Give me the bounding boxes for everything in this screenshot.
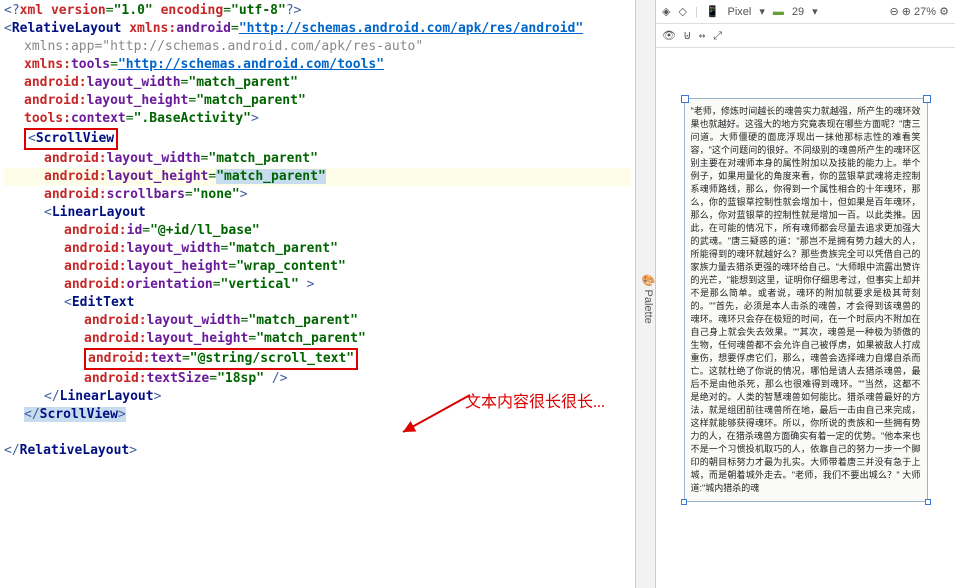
annotation-text: 文本内容很长很长... xyxy=(465,388,605,412)
edittext-open: <EditText xyxy=(4,294,631,312)
root-close: </RelativeLayout> xyxy=(4,442,631,460)
sv-lw: android:layout_width="match_parent" xyxy=(4,150,631,168)
xmlns-tools: xmlns:tools="http://schemas.android.com/… xyxy=(4,56,631,74)
device-select[interactable]: Pixel xyxy=(728,6,752,18)
sv-lh: android:layout_height="match_parent" xyxy=(4,168,631,186)
surface-icon[interactable]: ◇ xyxy=(678,5,686,18)
linearlayout-open: <LinearLayout xyxy=(4,204,631,222)
palette-label: Palette xyxy=(642,289,654,323)
device-icon[interactable]: 📱 xyxy=(706,5,720,18)
et-lw: android:layout_width="match_parent" xyxy=(4,312,631,330)
eye-icon[interactable]: 👁 xyxy=(662,29,676,42)
settings-icon[interactable]: ⚙ xyxy=(939,6,949,18)
xml-declaration: <?xml version="1.0" encoding="utf-8"?> xyxy=(4,2,631,20)
api-icon[interactable]: ▬ xyxy=(773,6,784,18)
root-lh: android:layout_height="match_parent" xyxy=(4,92,631,110)
palette-tab[interactable]: 🎨 Palette xyxy=(636,0,656,588)
xml-editor[interactable]: <?xml version="1.0" encoding="utf-8"?> <… xyxy=(0,0,635,588)
annotation-arrow xyxy=(395,390,475,440)
sv-scrollbars: android:scrollbars="none"> xyxy=(4,186,631,204)
preview-toolbar-1: ◈ ◇ | 📱 Pixel ▾ ▬ 29 ▾ ⊖ ⊕ 27% ⚙ xyxy=(656,0,955,24)
api-select[interactable]: 29 xyxy=(792,6,804,18)
et-lh: android:layout_height="match_parent" xyxy=(4,330,631,348)
scrollview-open: <ScrollView xyxy=(4,128,631,150)
preview-pane: ◈ ◇ | 📱 Pixel ▾ ▬ 29 ▾ ⊖ ⊕ 27% ⚙ 👁 ⊎ ↔ xyxy=(656,0,955,588)
xmlns-app: xmlns:app="http://schemas.android.com/ap… xyxy=(4,38,631,56)
expand-icon[interactable]: ⤢ xyxy=(713,29,722,43)
root-open: <RelativeLayout xmlns:android="http://sc… xyxy=(4,20,631,38)
ll-lw: android:layout_width="match_parent" xyxy=(4,240,631,258)
tools-context: tools:context=".BaseActivity"> xyxy=(4,110,631,128)
et-textsize: android:textSize="18sp" /> xyxy=(4,370,631,388)
root-lw: android:layout_width="match_parent" xyxy=(4,74,631,92)
zoom-value: 27% xyxy=(914,6,936,18)
palette-icon: 🎨 xyxy=(642,273,654,286)
et-text: android:text="@string/scroll_text" xyxy=(4,348,631,370)
ll-lh: android:layout_height="wrap_content" xyxy=(4,258,631,276)
preview-text: "老师，修炼时间越长的魂兽实力就越强，所产生的魂环效果也就越好。这强大的地方究竟… xyxy=(691,105,921,495)
zoom-in-icon[interactable]: ⊕ xyxy=(902,6,911,18)
preview-toolbar-2: 👁 ⊎ ↔ ⤢ xyxy=(656,24,955,48)
zoom-out-icon[interactable]: ⊖ xyxy=(889,6,898,18)
design-icon[interactable]: ◈ xyxy=(662,5,670,18)
ll-id: android:id="@+id/ll_base" xyxy=(4,222,631,240)
ll-orient: android:orientation="vertical" > xyxy=(4,276,631,294)
magnet-icon[interactable]: ⊎ xyxy=(684,29,691,42)
device-preview-frame[interactable]: "老师，修炼时间越长的魂兽实力就越强，所产生的魂环效果也就越好。这强大的地方究竟… xyxy=(684,98,928,502)
align-icon[interactable]: ↔ xyxy=(699,29,706,42)
